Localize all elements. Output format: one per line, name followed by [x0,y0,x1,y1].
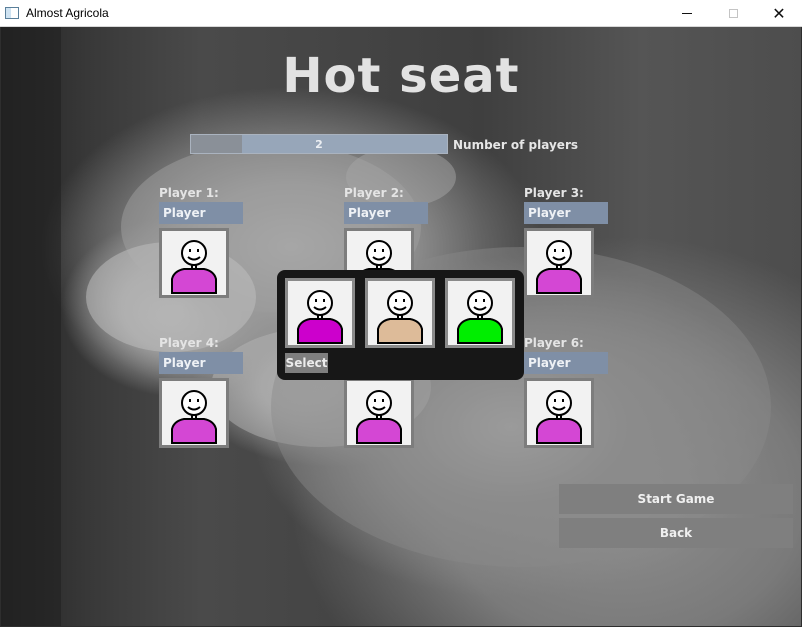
select-button[interactable]: Select [285,353,328,373]
close-icon[interactable]: ✕ [756,0,802,26]
players-count-slider[interactable]: 2 [190,134,448,154]
person-avatar-icon [162,381,226,445]
window-title: Almost Agricola [26,6,109,20]
person-avatar-icon [368,281,432,345]
player-name-input[interactable]: Player name [344,202,428,242]
player-name-input[interactable]: Player name [159,202,243,242]
person-avatar-icon [448,281,512,345]
minimize-icon[interactable] [664,0,710,26]
player-avatar-button[interactable] [524,378,594,448]
color-option-magenta[interactable] [285,278,355,348]
player-label: Player 4: [159,336,219,350]
person-avatar-icon [527,381,591,445]
player-avatar-button[interactable] [159,228,229,298]
person-avatar-icon [347,381,411,445]
start-game-button[interactable]: Start Game [559,484,793,514]
player-name-input[interactable]: Player name [524,202,608,242]
player-avatar-button[interactable] [344,378,414,448]
app-icon [5,7,19,19]
person-avatar-icon [162,231,226,295]
person-avatar-icon [527,231,591,295]
players-count-label: Number of players [453,138,579,152]
player-name-input[interactable]: Player name [159,352,243,392]
player-avatar-button[interactable] [159,378,229,448]
player-label: Player 3: [524,186,584,200]
window-titlebar: Almost Agricola ✕ [0,0,802,27]
players-count-value: 2 [315,137,323,151]
avatar-color-popup: Select [277,270,524,380]
maximize-icon[interactable] [710,0,756,26]
player-avatar-button[interactable] [524,228,594,298]
player-name-input[interactable]: Player name [524,352,608,392]
person-avatar-icon [288,281,352,345]
color-option-green[interactable] [445,278,515,348]
player-label: Player 1: [159,186,219,200]
page-title: Hot seat [282,48,520,104]
color-option-tan[interactable] [365,278,435,348]
player-label: Player 2: [344,186,404,200]
player-label: Player 6: [524,336,584,350]
back-button[interactable]: Back [559,518,793,548]
